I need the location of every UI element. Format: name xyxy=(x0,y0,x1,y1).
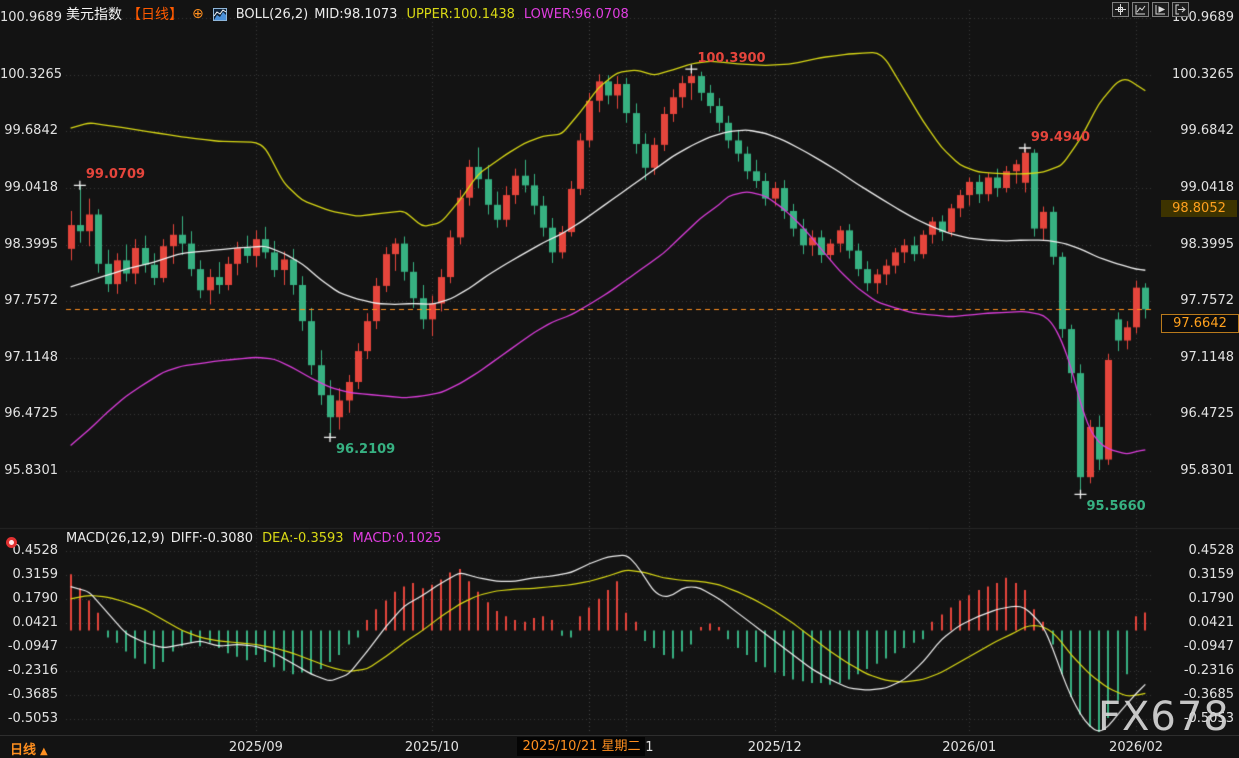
marker-price-badge: 98.8052 xyxy=(1161,200,1237,217)
time-tick-label: 2026/02 xyxy=(1091,740,1181,755)
time-tick-label: 2026/01 xyxy=(924,740,1014,755)
period-selector-label: 日线 xyxy=(10,743,36,758)
time-tick-label: 2025/10 xyxy=(387,740,477,755)
price-axis-label: 99.0418 xyxy=(0,180,58,195)
price-axis-label: 95.8301 xyxy=(1158,463,1234,478)
macd-axis-label: 0.1790 xyxy=(0,591,58,606)
watermark-logo: FX678 xyxy=(1098,694,1230,740)
price-annotation: 95.5660 xyxy=(1086,499,1145,514)
macd-axis-label: 0.1790 xyxy=(1158,591,1234,606)
price-axis-label: 100.3265 xyxy=(1158,67,1234,82)
macd-axis-label: -0.5053 xyxy=(0,711,58,726)
macd-axis-label: -0.0947 xyxy=(1158,639,1234,654)
macd-axis-label: -0.2316 xyxy=(0,663,58,678)
macd-diff-value: DIFF:-0.3080 xyxy=(171,531,253,546)
price-annotation: 99.4940 xyxy=(1031,130,1090,145)
price-axis-label: 99.0418 xyxy=(1158,180,1234,195)
price-axis-label: 97.7572 xyxy=(1158,293,1234,308)
price-axis-label: 100.9689 xyxy=(0,10,58,25)
macd-axis-label: 0.0421 xyxy=(1158,615,1234,630)
price-axis-label: 95.8301 xyxy=(0,463,58,478)
macd-dea-value: DEA:-0.3593 xyxy=(262,531,343,546)
price-axis-label: 96.4725 xyxy=(0,406,58,421)
period-tag: 【日线】 xyxy=(127,4,183,24)
macd-axis-label: 0.3159 xyxy=(1158,567,1234,582)
price-annotation: 100.3900 xyxy=(697,51,765,66)
time-tick-label: 2025/09 xyxy=(211,740,301,755)
time-axis-bar: 日线▲ 2025/10/21 星期二 2025/092025/102025/11… xyxy=(0,735,1239,758)
price-annotation: 99.0709 xyxy=(86,167,145,182)
price-axis-label: 100.3265 xyxy=(0,67,58,82)
crosshair-date-label: 2025/10/21 星期二 xyxy=(517,737,645,756)
macd-name-label: MACD(26,12,9) xyxy=(66,531,165,546)
pan-crosshair-icon[interactable] xyxy=(1112,2,1129,17)
macd-axis-label: -0.3685 xyxy=(0,687,58,702)
macd-axis-label: 0.4528 xyxy=(1158,543,1234,558)
price-axis-label: 99.6842 xyxy=(0,123,58,138)
price-axis-label: 96.4725 xyxy=(1158,406,1234,421)
chevron-up-icon: ▲ xyxy=(40,746,48,757)
chart-toolbar xyxy=(1112,2,1189,17)
macd-hist-value: MACD:0.1025 xyxy=(353,531,442,546)
price-axis-label: 99.6842 xyxy=(1158,123,1234,138)
price-axis-label: 97.1148 xyxy=(1158,350,1234,365)
chart-canvas[interactable] xyxy=(0,0,1239,758)
macd-axis-label: 0.0421 xyxy=(0,615,58,630)
exit-panel-icon[interactable] xyxy=(1172,2,1189,17)
record-icon[interactable] xyxy=(6,537,17,548)
boll-mid-value: MID:98.1073 xyxy=(314,7,397,22)
boll-label: BOLL(26,2) xyxy=(236,7,309,22)
chart-app: 美元指数 【日线】 ⊕ BOLL(26,2) MID:98.1073 UPPER… xyxy=(0,0,1239,758)
add-indicator-icon[interactable]: ⊕ xyxy=(192,7,204,21)
macd-axis-label: -0.2316 xyxy=(1158,663,1234,678)
macd-indicator-bar: MACD(26,12,9) DIFF:-0.3080 DEA:-0.3593 M… xyxy=(66,531,441,546)
price-axis-label: 98.3995 xyxy=(1158,237,1234,252)
macd-axis-label: -0.0947 xyxy=(0,639,58,654)
mini-chart-icon[interactable] xyxy=(213,8,227,21)
boll-lower-value: LOWER:96.0708 xyxy=(524,7,629,22)
price-axis-label: 97.1148 xyxy=(0,350,58,365)
price-axis-label: 97.7572 xyxy=(0,293,58,308)
macd-axis-label: 0.3159 xyxy=(0,567,58,582)
price-axis-label: 98.3995 xyxy=(0,237,58,252)
symbol-title: 美元指数 xyxy=(66,4,122,24)
price-annotation: 96.2109 xyxy=(336,442,395,457)
time-tick-label: 2025/12 xyxy=(730,740,820,755)
main-indicator-bar: 美元指数 【日线】 ⊕ BOLL(26,2) MID:98.1073 UPPER… xyxy=(66,4,629,24)
period-selector[interactable]: 日线 ▲ xyxy=(10,739,48,758)
last-price-badge: 97.6642 xyxy=(1161,314,1239,333)
trend-play-icon[interactable] xyxy=(1152,2,1169,17)
axis-scale-icon[interactable] xyxy=(1132,2,1149,17)
boll-upper-value: UPPER:100.1438 xyxy=(406,7,514,22)
